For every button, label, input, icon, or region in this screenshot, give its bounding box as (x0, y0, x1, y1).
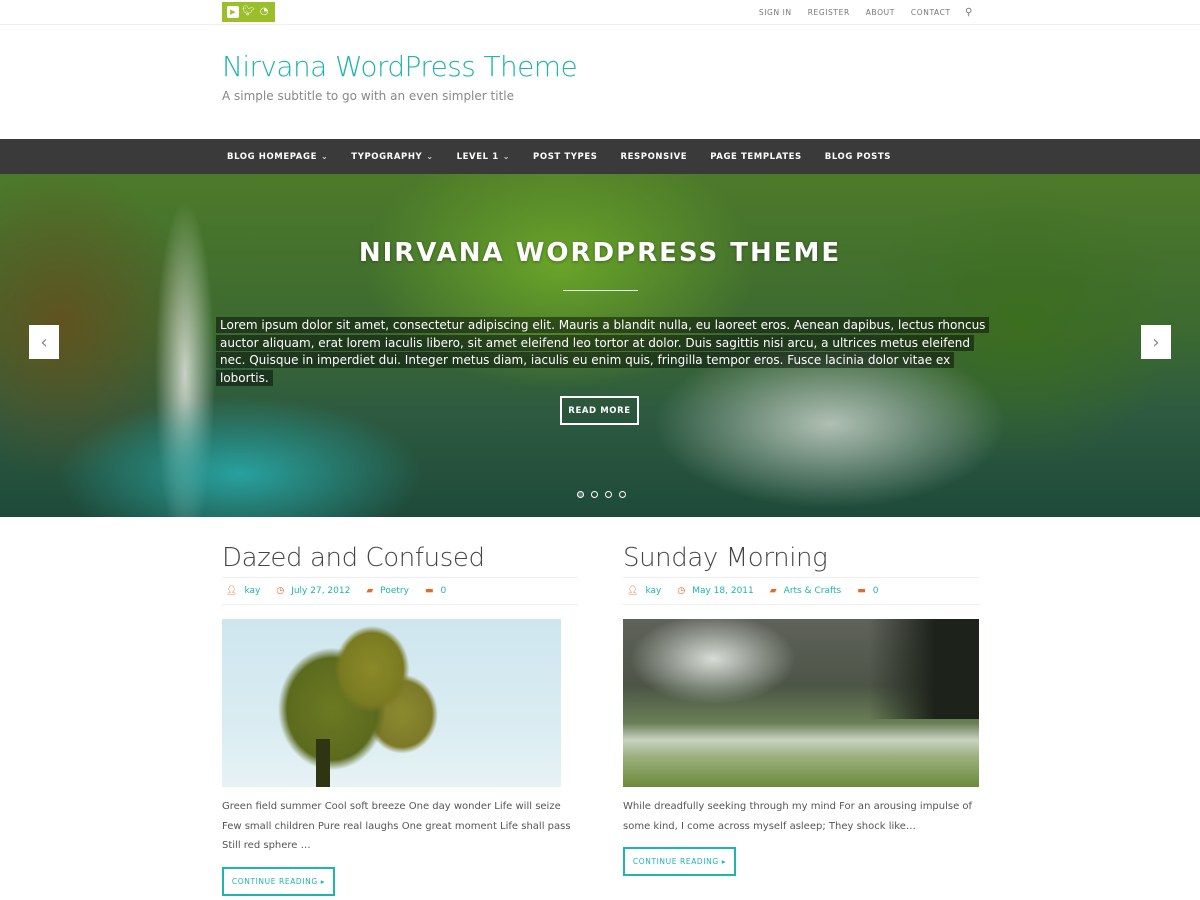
social-icons: ▶ 🐦︎ ◔ (222, 2, 275, 22)
slider-dot-3[interactable] (605, 491, 612, 498)
post-card: Sunday Morning 👤︎ kay ◷ May 18, 2011 ▰ A… (623, 540, 979, 876)
post-date[interactable]: May 18, 2011 (692, 586, 754, 596)
chevron-down-icon: ⌄ (502, 152, 511, 161)
tree-trunk (316, 739, 330, 787)
top-navigation: SIGN IN REGISTER ABOUT CONTACT ⚲ (743, 0, 972, 25)
post-title[interactable]: Dazed and Confused (222, 540, 578, 577)
post-author[interactable]: kay (244, 586, 260, 596)
site-title[interactable]: Nirvana WordPress Theme (222, 50, 578, 83)
clock-icon: ◷ (276, 586, 285, 596)
slide-divider (563, 290, 638, 291)
sign-in-link[interactable]: SIGN IN (759, 8, 792, 17)
post-date[interactable]: July 27, 2012 (291, 586, 350, 596)
nav-item-label: PAGE TEMPLATES (710, 151, 802, 162)
post-category[interactable]: Poetry (380, 586, 409, 596)
register-link[interactable]: REGISTER (808, 8, 850, 17)
nav-item-label: TYPOGRAPHY (351, 151, 423, 162)
top-bar: ▶ 🐦︎ ◔ SIGN IN REGISTER ABOUT CONTACT ⚲ (0, 0, 1200, 25)
slider-dot-2[interactable] (591, 491, 598, 498)
slider-dot-1[interactable] (577, 491, 584, 498)
post-author[interactable]: kay (645, 586, 661, 596)
post-card: Dazed and Confused 👤︎ kay ◷ July 27, 201… (222, 540, 578, 896)
slide-text: Lorem ipsum dolor sit amet, consectetur … (216, 317, 990, 387)
about-link[interactable]: ABOUT (866, 8, 895, 17)
main-navigation: BLOG HOMEPAGE ⌄ TYPOGRAPHY ⌄ LEVEL 1 ⌄ POST… (0, 139, 1200, 174)
nav-item-label: BLOG POSTS (824, 151, 892, 162)
nav-item-label: RESPONSIVE (620, 151, 688, 162)
slider-prev-arrow-icon[interactable]: ‹ (29, 325, 59, 359)
post-thumbnail[interactable] (623, 619, 979, 787)
folder-icon: ▰ (769, 586, 777, 596)
post-meta: 👤︎ kay ◷ July 27, 2012 ▰ Poetry ▬ 0 (222, 577, 578, 605)
post-meta: 👤︎ kay ◷ May 18, 2011 ▰ Arts & Crafts ▬ … (623, 577, 979, 605)
post-thumbnail[interactable] (222, 619, 561, 787)
nav-item-post-types[interactable]: POST TYPES (533, 152, 597, 162)
folder-icon: ▰ (366, 586, 374, 596)
nav-item-label: LEVEL 1 (456, 151, 499, 162)
slider-next-arrow-icon[interactable]: › (1141, 325, 1171, 359)
search-icon[interactable]: ⚲ (965, 7, 972, 18)
user-icon: 👤︎ (627, 586, 639, 596)
twitter-icon[interactable]: 🐦︎ (242, 6, 255, 18)
slider-dot-4[interactable] (619, 491, 626, 498)
continue-reading-button[interactable]: CONTINUE READING ▸ (222, 866, 335, 896)
post-comments[interactable]: 0 (873, 586, 879, 596)
slide-text-content: Lorem ipsum dolor sit amet, consectetur … (216, 317, 990, 386)
comment-icon: ▬ (857, 586, 866, 596)
post-title[interactable]: Sunday Morning (623, 540, 979, 577)
continue-reading-button[interactable]: CONTINUE READING ▸ (623, 847, 736, 876)
contact-link[interactable]: CONTACT (911, 8, 951, 17)
nav-item-blog-homepage[interactable]: BLOG HOMEPAGE ⌄ (227, 152, 328, 162)
nav-item-blog-posts[interactable]: BLOG POSTS (825, 152, 891, 162)
post-excerpt: While dreadfully seeking through my mind… (623, 801, 973, 832)
nav-item-label: BLOG HOMEPAGE (227, 151, 317, 162)
read-more-button[interactable]: READ MORE (560, 396, 639, 425)
nav-item-label: POST TYPES (533, 151, 598, 162)
nav-item-typography[interactable]: TYPOGRAPHY ⌄ (351, 152, 433, 162)
nav-item-page-templates[interactable]: PAGE TEMPLATES (710, 152, 802, 162)
nav-item-responsive[interactable]: RESPONSIVE (621, 152, 688, 162)
user-icon: 👤︎ (226, 586, 238, 596)
post-category[interactable]: Arts & Crafts (784, 586, 842, 596)
nav-item-level-1[interactable]: LEVEL 1 ⌄ (457, 152, 510, 162)
post-excerpt: Green field summer Cool soft breeze One … (222, 801, 571, 851)
site-subtitle: A simple subtitle to go with an even sim… (222, 89, 514, 103)
slider-pagination (577, 491, 626, 498)
clock-icon: ◷ (677, 586, 686, 596)
post-comments[interactable]: 0 (440, 586, 446, 596)
rss-icon[interactable]: ◔ (258, 6, 270, 18)
youtube-icon[interactable]: ▶ (226, 6, 239, 18)
comment-icon: ▬ (424, 586, 434, 596)
chevron-down-icon: ⌄ (426, 152, 434, 161)
slide-title: NIRVANA WORDPRESS THEME (358, 238, 842, 268)
chevron-down-icon: ⌄ (320, 152, 329, 161)
hero-slider: NIRVANA WORDPRESS THEME Lorem ipsum dolo… (0, 174, 1200, 517)
